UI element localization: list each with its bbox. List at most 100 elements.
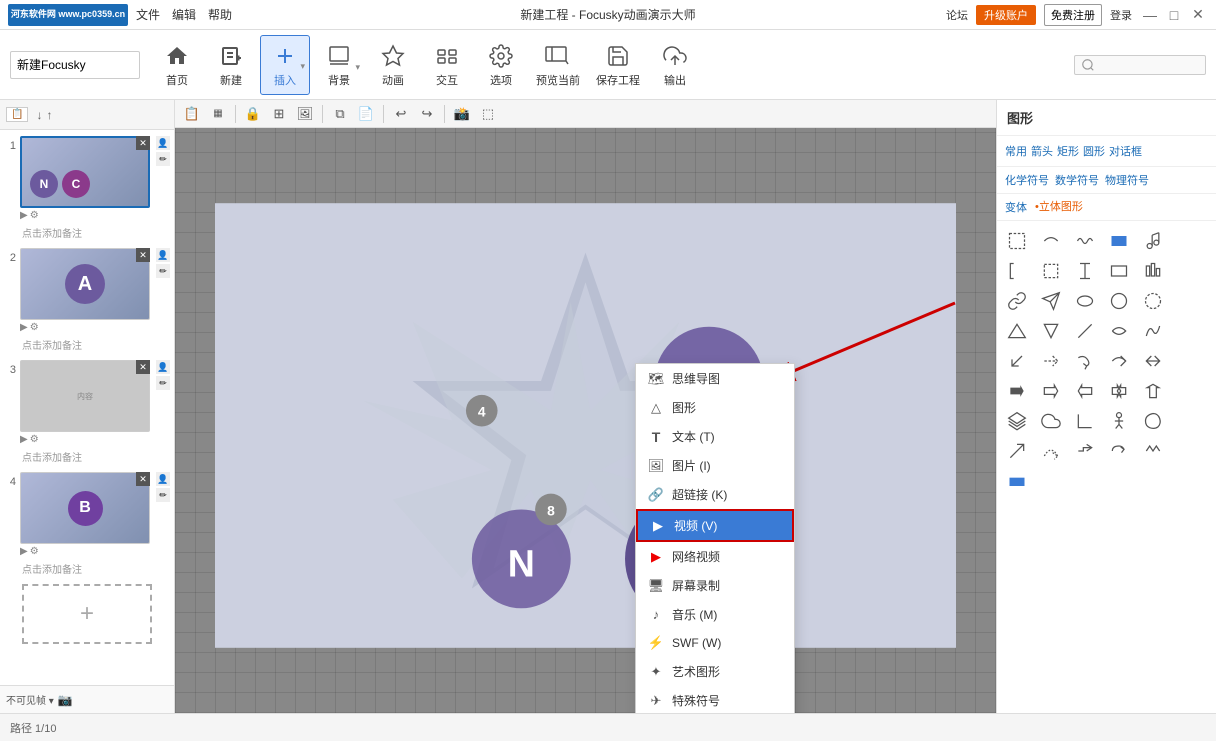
toolbar-options[interactable]: 选项 <box>476 35 526 95</box>
menu-item-text[interactable]: T 文本 (T) <box>636 422 794 451</box>
sec-btn-expand[interactable]: ⬚ <box>477 103 499 125</box>
sec-btn-copy[interactable]: ⧉ <box>329 103 351 125</box>
menu-item-hyperlink[interactable]: 🔗 超链接 (K) <box>636 480 794 509</box>
sec-btn-camera[interactable]: 📸 <box>451 103 473 125</box>
menu-item-mindmap[interactable]: 🗺 思维导图 <box>636 364 794 393</box>
play-btn[interactable]: ▶ <box>20 322 28 333</box>
shape-zigzag[interactable] <box>1137 437 1169 465</box>
toolbar-new[interactable]: 新建 <box>206 35 256 95</box>
shape-bars[interactable] <box>1137 257 1169 285</box>
menu-item-swf[interactable]: ⚡ SWF (W) <box>636 629 794 657</box>
sec-btn-paste[interactable]: 📄 <box>355 103 377 125</box>
slide-thumbnail[interactable]: B <box>20 472 150 544</box>
tab-common[interactable]: 常用 <box>1005 142 1027 160</box>
shape-arrow-dotted[interactable] <box>1035 347 1067 375</box>
panel-toolbar-btn3[interactable]: ↑ <box>46 108 52 122</box>
sec-btn-redo[interactable]: ↪ <box>416 103 438 125</box>
shape-music-note[interactable] <box>1137 227 1169 255</box>
menu-item-artshape[interactable]: ✦ 艺术图形 <box>636 657 794 686</box>
play-btn[interactable]: ▶ <box>20 210 28 221</box>
upgrade-button[interactable]: 升级账户 <box>976 5 1036 25</box>
shape-double-arrow[interactable] <box>1137 347 1169 375</box>
search-input[interactable] <box>1099 58 1199 72</box>
tab-math[interactable]: 数学符号 <box>1055 171 1099 189</box>
shape-cloud[interactable] <box>1035 407 1067 435</box>
shape-arrow-down-left[interactable] <box>1001 347 1033 375</box>
side-icon-2[interactable]: ✏ <box>156 152 170 166</box>
shape-layers[interactable] <box>1001 407 1033 435</box>
slide-canvas[interactable]: A C N 8 4 <box>215 158 956 693</box>
close-button[interactable]: ✕ <box>1188 5 1208 25</box>
forum-link[interactable]: 论坛 <box>946 7 968 23</box>
menu-item-image[interactable]: 🖼 图片 (I) <box>636 451 794 480</box>
shape-rect-solid[interactable] <box>1103 227 1135 255</box>
slide-close-btn[interactable]: ✕ <box>136 472 150 486</box>
menu-item-netvideo[interactable]: ▶ 网络视频 <box>636 542 794 571</box>
tab-3d[interactable]: •立体图形 <box>1035 198 1083 216</box>
shape-arrow-right-curve[interactable] <box>1103 347 1135 375</box>
shape-arrow-step[interactable] <box>1069 437 1101 465</box>
toolbar-bg[interactable]: 背景 <box>314 35 364 95</box>
shape-circle-dashed[interactable] <box>1137 287 1169 315</box>
menu-item-video[interactable]: ▶ 视频 (V) <box>636 509 794 542</box>
menu-item-screenrecord[interactable]: 🖥 屏幕录制 <box>636 571 794 600</box>
tab-physics[interactable]: 物理符号 <box>1105 171 1149 189</box>
shape-separator[interactable] <box>1069 257 1101 285</box>
slide-close-btn[interactable]: ✕ <box>136 136 150 150</box>
register-button[interactable]: 免费注册 <box>1044 4 1102 26</box>
tab-circle[interactable]: 圆形 <box>1083 142 1105 160</box>
sec-btn-lock[interactable]: 🔒 <box>242 103 264 125</box>
shape-bracket-left[interactable] <box>1001 257 1033 285</box>
panel-toolbar-btn2[interactable]: ↓ <box>36 108 42 122</box>
side-icon-2[interactable]: ✏ <box>156 264 170 278</box>
shape-arrow-solid-r[interactable] <box>1001 377 1033 405</box>
shape-bracket-dashed[interactable] <box>1035 257 1067 285</box>
slide-thumbnail[interactable]: N C <box>20 136 150 208</box>
settings-btn[interactable]: ⚙ <box>30 434 39 445</box>
panel-bottom-btn1[interactable]: 不可见帧 ▾ <box>6 692 54 707</box>
tab-variant[interactable]: 变体 <box>1005 198 1027 216</box>
sec-btn-img[interactable]: 🖼 <box>294 103 316 125</box>
shape-arrow-reverse[interactable] <box>1103 437 1135 465</box>
login-button[interactable]: 登录 <box>1110 7 1132 23</box>
shape-ellipse-outline[interactable] <box>1069 287 1101 315</box>
side-icon-2[interactable]: ✏ <box>156 488 170 502</box>
toolbar-animation[interactable]: 动画 <box>368 35 418 95</box>
sec-btn-1[interactable]: 📋 <box>181 103 203 125</box>
side-icon-1[interactable]: 👤 <box>156 472 170 486</box>
shape-blob[interactable] <box>1137 407 1169 435</box>
toolbar-insert[interactable]: 插入 <box>260 35 310 95</box>
tab-arrow[interactable]: 箭头 <box>1031 142 1053 160</box>
slide-close-btn[interactable]: ✕ <box>136 360 150 374</box>
shape-link[interactable] <box>1001 287 1033 315</box>
menu-item-shape[interactable]: △ 图形 <box>636 393 794 422</box>
panel-bottom-btn2[interactable]: 📷 <box>58 693 73 707</box>
slide-thumbnail[interactable]: 内容 <box>20 360 150 432</box>
sec-btn-grid[interactable]: ⊞ <box>268 103 290 125</box>
side-icon-1[interactable]: 👤 <box>156 248 170 262</box>
slide-thumbnail[interactable]: A <box>20 248 150 320</box>
menu-file[interactable]: 文件 <box>136 6 160 23</box>
shape-arrow-diag[interactable] <box>1001 437 1033 465</box>
settings-btn[interactable]: ⚙ <box>30 322 39 333</box>
shape-arrow-up-down[interactable] <box>1137 377 1169 405</box>
shape-arrow-outline-r[interactable] <box>1035 377 1067 405</box>
shape-curve1[interactable] <box>1035 227 1067 255</box>
side-icon-2[interactable]: ✏ <box>156 376 170 390</box>
shape-arrow-dot-curve[interactable] <box>1035 437 1067 465</box>
search-box[interactable] <box>1074 55 1206 75</box>
shape-curve-fancy[interactable] <box>1137 317 1169 345</box>
toolbar-home[interactable]: 首页 <box>152 35 202 95</box>
shape-corner[interactable] <box>1069 407 1101 435</box>
sec-btn-undo[interactable]: ↩ <box>390 103 412 125</box>
menu-edit[interactable]: 编辑 <box>172 6 196 23</box>
settings-btn[interactable]: ⚙ <box>30 210 39 221</box>
tab-dialog[interactable]: 对话框 <box>1109 142 1142 160</box>
shape-line-diagonal[interactable] <box>1069 317 1101 345</box>
shape-arrow-dbl[interactable] <box>1103 377 1135 405</box>
maximize-button[interactable]: □ <box>1164 5 1184 25</box>
shape-circle-outline[interactable] <box>1103 287 1135 315</box>
toolbar-preview[interactable]: 预览当前 <box>530 35 586 95</box>
settings-btn[interactable]: ⚙ <box>30 546 39 557</box>
menu-help[interactable]: 帮助 <box>208 6 232 23</box>
